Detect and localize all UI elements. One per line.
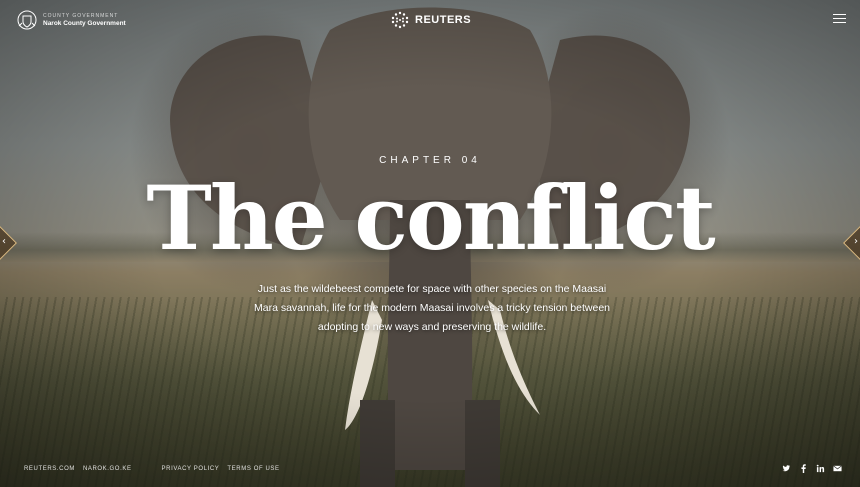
hamburger-line <box>833 18 846 19</box>
chapter-intro: Just as the wildebeest compete for space… <box>253 283 610 333</box>
chapter-label: CHAPTER 04 <box>379 155 481 166</box>
menu-button[interactable] <box>833 14 846 25</box>
hamburger-line <box>833 14 846 15</box>
twitter-icon[interactable] <box>781 463 791 473</box>
footer-link-narok[interactable]: NAROK.GO.KE <box>83 466 132 472</box>
footer-link-reuters[interactable]: REUTERS.COM <box>24 466 75 472</box>
footer-spacer <box>140 466 154 472</box>
chevron-left-icon: ‹ <box>2 236 6 247</box>
gov-name: Narok County Government <box>43 19 126 27</box>
footer-links: REUTERS.COM NAROK.GO.KE PRIVACY POLICY T… <box>24 466 280 472</box>
gov-tagline: COUNTY GOVERNMENT <box>43 12 119 19</box>
county-seal-icon <box>17 10 37 30</box>
facebook-icon[interactable] <box>798 463 808 473</box>
linkedin-icon[interactable] <box>815 463 825 473</box>
reuters-logo[interactable]: REUTERS <box>390 11 471 29</box>
chevron-right-icon: › <box>854 236 858 247</box>
chapter-title: The conflict <box>146 166 715 270</box>
reuters-dots-icon <box>391 11 409 29</box>
reuters-wordmark: REUTERS <box>415 14 472 26</box>
header: COUNTY GOVERNMENT Narok County Governmen… <box>0 0 860 40</box>
page: COUNTY GOVERNMENT Narok County Governmen… <box>0 0 860 487</box>
previous-chapter-button[interactable]: ‹ <box>0 226 17 260</box>
next-chapter-button[interactable]: › <box>843 226 860 260</box>
social-links <box>781 463 842 473</box>
footer-link-terms[interactable]: TERMS OF USE <box>227 466 279 472</box>
hamburger-line <box>833 22 846 23</box>
narok-county-logo[interactable]: COUNTY GOVERNMENT Narok County Governmen… <box>16 9 126 31</box>
footer-link-privacy[interactable]: PRIVACY POLICY <box>162 466 220 472</box>
email-icon[interactable] <box>832 463 842 473</box>
